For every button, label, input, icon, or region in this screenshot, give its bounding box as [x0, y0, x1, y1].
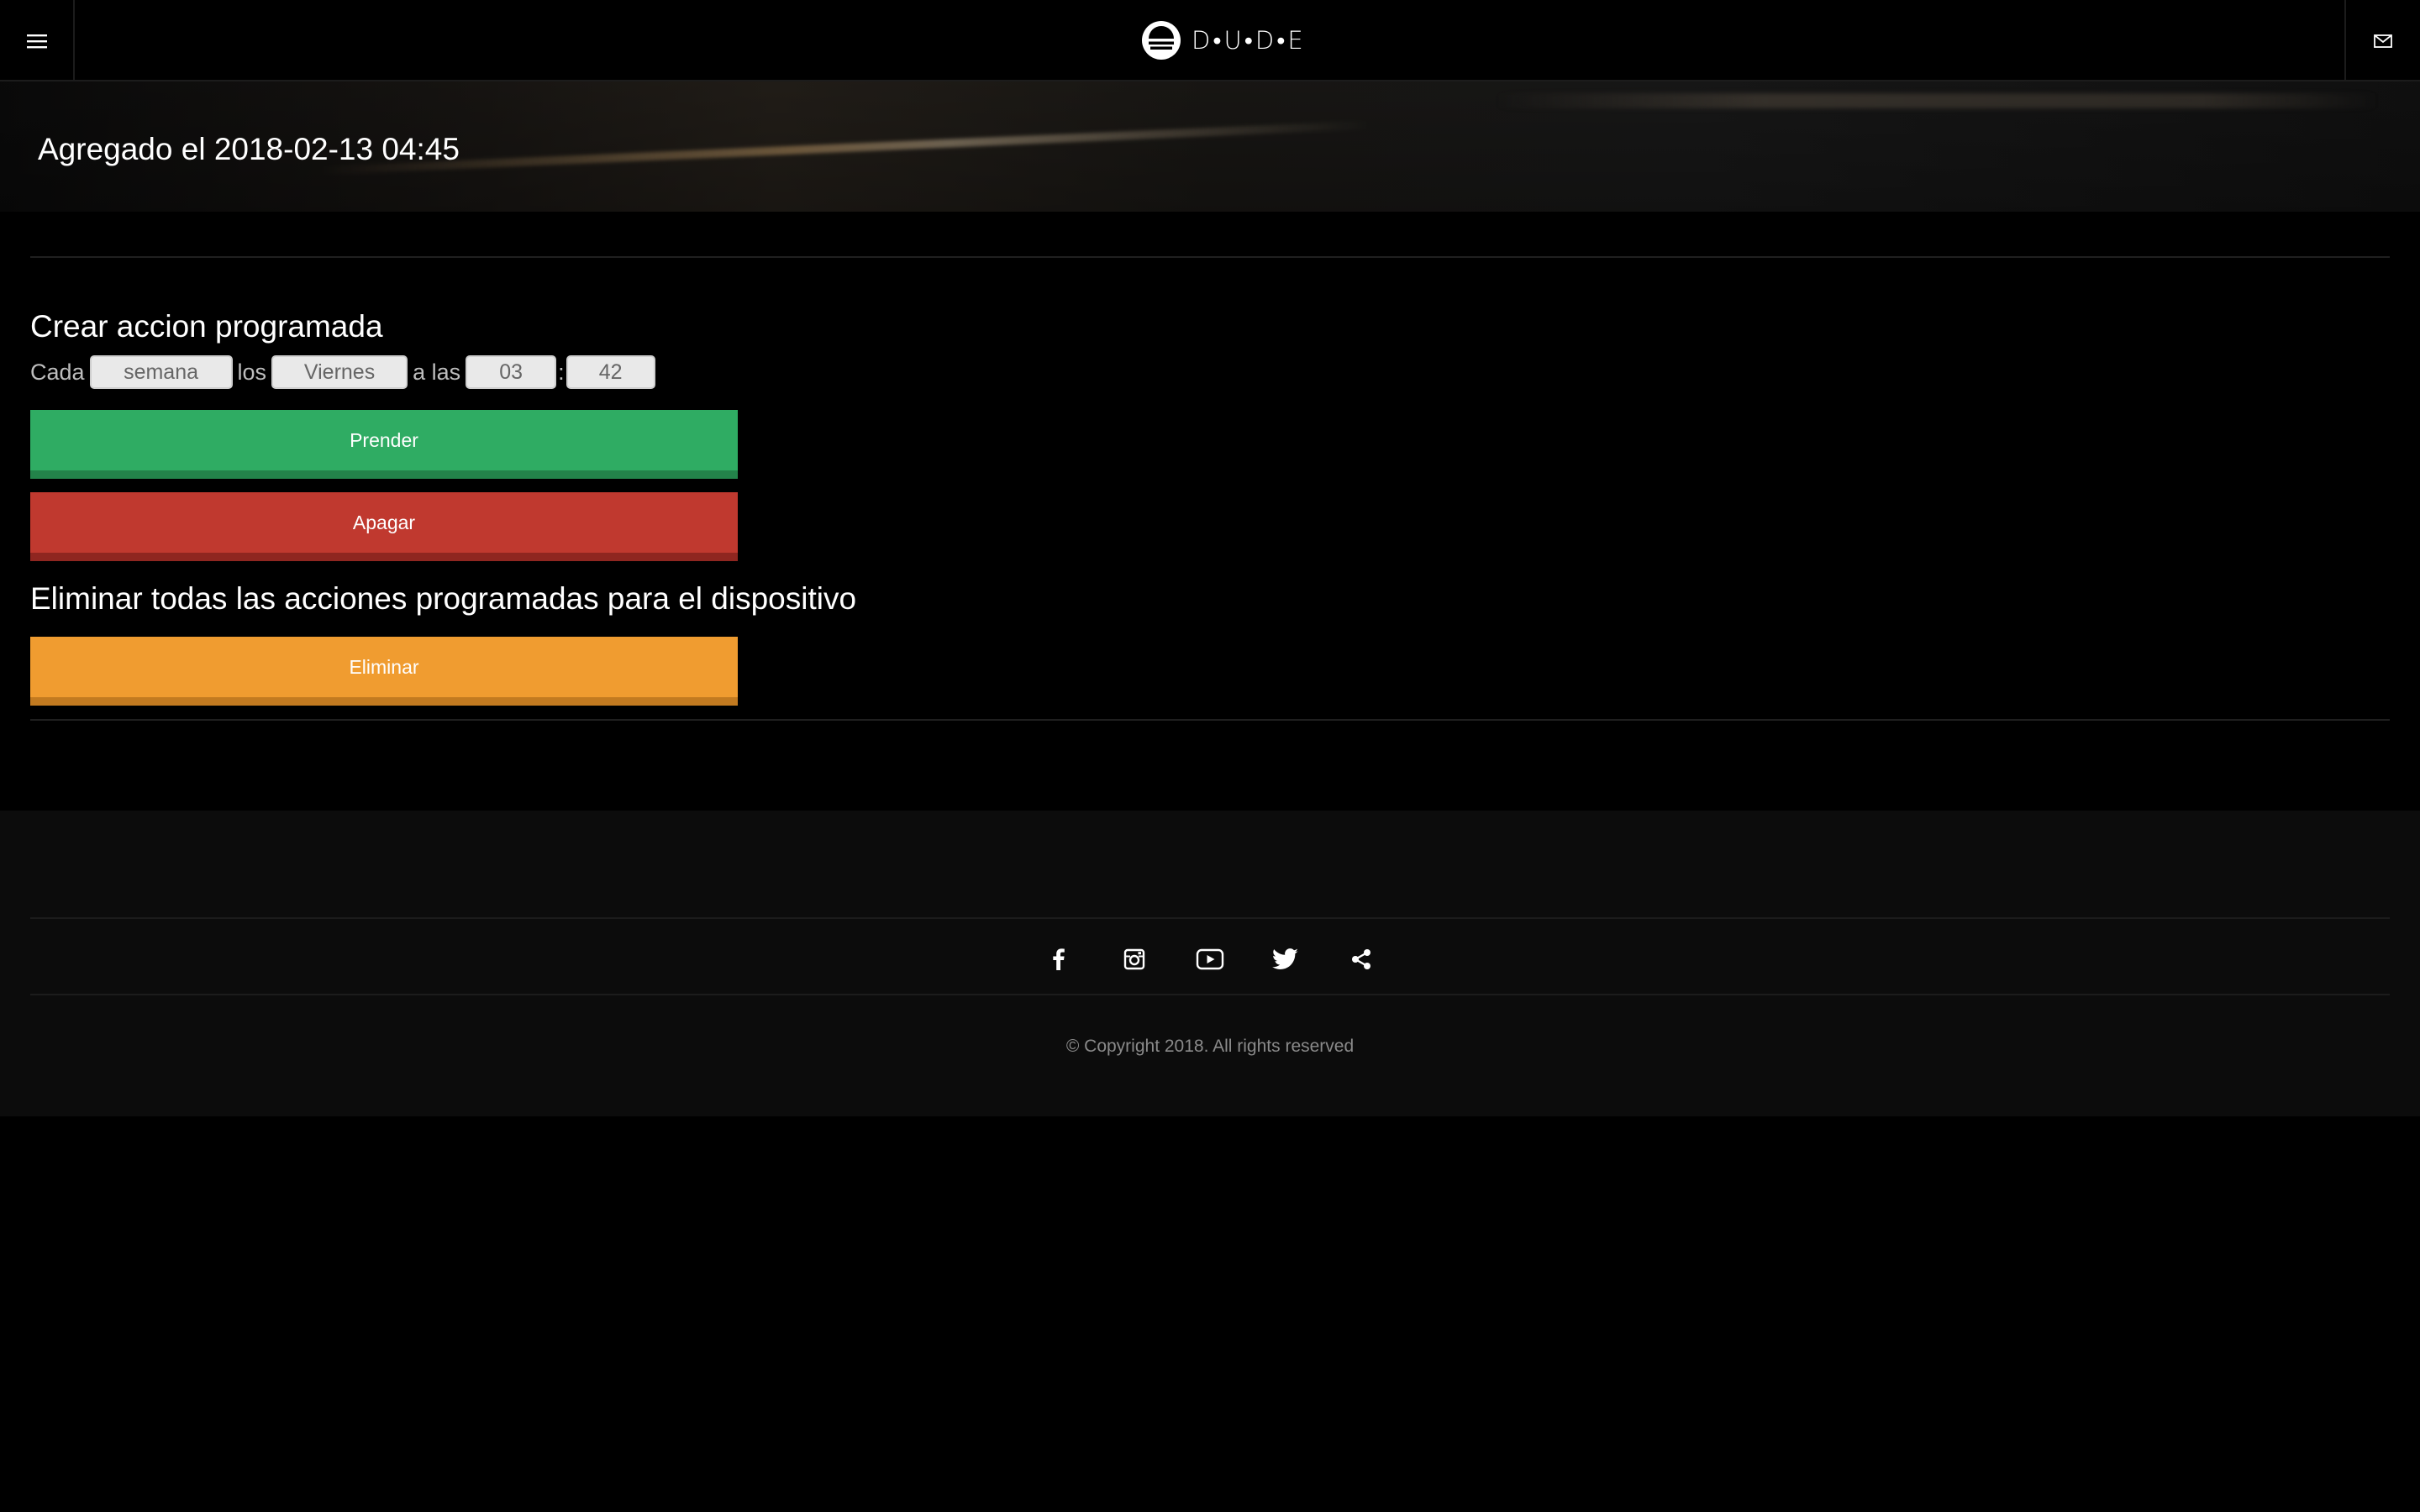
- logo-text: D•U•D•E: [1192, 25, 1306, 55]
- hero-banner: Agregado el 2018-02-13 04:45: [0, 81, 2420, 212]
- on-label: los: [237, 359, 267, 385]
- delete-all-button[interactable]: Eliminar: [30, 637, 738, 706]
- schedule-form: Cada semana los Viernes a las 03 : 42: [30, 354, 655, 391]
- section-divider: [30, 256, 2390, 258]
- social-links: [0, 941, 2420, 978]
- footer: © Copyright 2018. All rights reserved: [0, 811, 2420, 1116]
- share-icon: [1352, 949, 1370, 969]
- logo-mark-icon: [1142, 21, 1181, 60]
- every-label: Cada: [30, 359, 85, 385]
- youtube-link[interactable]: [1192, 941, 1228, 978]
- facebook-icon: [1053, 948, 1065, 970]
- twitter-link[interactable]: [1267, 941, 1304, 978]
- section-divider: [30, 719, 2390, 721]
- page-title: Agregado el 2018-02-13 04:45: [38, 132, 460, 166]
- menu-button[interactable]: [0, 0, 75, 81]
- footer-divider: [30, 917, 2390, 919]
- period-select[interactable]: semana: [89, 355, 233, 389]
- turn-on-button[interactable]: Prender: [30, 410, 738, 479]
- youtube-icon: [1196, 948, 1224, 970]
- mail-icon: [2374, 34, 2392, 48]
- top-navbar: D•U•D•E: [0, 0, 2420, 81]
- mail-button[interactable]: [2344, 0, 2420, 81]
- hamburger-menu-icon: [26, 34, 47, 48]
- footer-divider: [30, 994, 2390, 995]
- minute-select[interactable]: 42: [566, 355, 655, 389]
- turn-off-button[interactable]: Apagar: [30, 492, 738, 561]
- copyright-text: © Copyright 2018. All rights reserved: [1065, 1037, 1355, 1056]
- brand-logo[interactable]: D•U•D•E: [1141, 20, 1306, 60]
- day-select[interactable]: Viernes: [271, 355, 408, 389]
- instagram-link[interactable]: [1116, 941, 1153, 978]
- share-link[interactable]: [1343, 941, 1380, 978]
- schedule-heading: Crear accion programada: [30, 309, 383, 344]
- hero-background-image: [319, 120, 1370, 176]
- hour-select[interactable]: 03: [466, 355, 557, 389]
- delete-all-heading: Eliminar todas las acciones programadas …: [30, 581, 857, 616]
- hero-background-shape: [1496, 93, 2378, 108]
- time-separator: :: [558, 359, 565, 385]
- facebook-link[interactable]: [1040, 941, 1077, 978]
- twitter-icon: [1272, 948, 1298, 969]
- instagram-icon: [1123, 948, 1145, 970]
- at-label: a las: [413, 359, 461, 385]
